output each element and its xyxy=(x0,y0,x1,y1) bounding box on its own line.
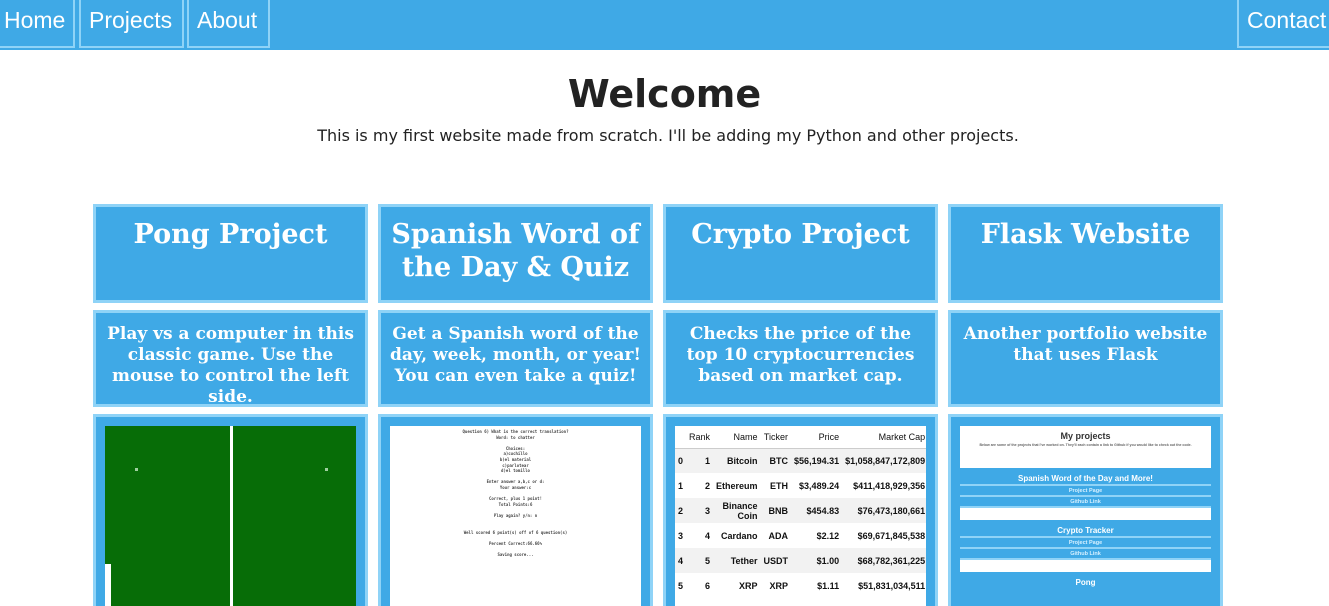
pong-paddle xyxy=(105,564,111,606)
table-cell: 2 xyxy=(705,480,711,491)
spanish-quiz-screenshot: Question 6) What is the correct translat… xyxy=(390,426,641,606)
crypto-table: Rank Name Ticker Price Market Cap 0 1 Bitcoin B… xyxy=(675,426,926,598)
table-cell: $69,671,845,538 xyxy=(857,530,926,541)
project-card-flask[interactable]: Flask Website Another portfolio website … xyxy=(948,204,1223,606)
project-description: Get a Spanish word of the day, week, mon… xyxy=(378,310,653,407)
console-line: Saving score... xyxy=(497,552,534,558)
table-cell: XRP xyxy=(769,580,789,591)
table-cell: $51,831,034,511 xyxy=(858,580,926,591)
nav-home-button[interactable]: Home xyxy=(0,0,75,48)
table-cell: $68,782,361,225 xyxy=(842,548,926,573)
flask-preview-link: Github Link xyxy=(960,547,1211,558)
nav-contact-button[interactable]: Contact xyxy=(1237,0,1329,48)
pong-center-line xyxy=(229,426,233,606)
table-cell: Ethereum xyxy=(716,480,758,491)
project-card-spanish[interactable]: Spanish Word of the Day & Quiz Get a Spa… xyxy=(378,204,653,606)
table-cell: 1 xyxy=(686,448,714,473)
table-cell: 3 xyxy=(678,530,684,541)
project-title: Pong Project xyxy=(93,204,368,303)
flask-preview-title: My projects xyxy=(1060,431,1111,441)
table-cell: Binance Coin xyxy=(713,498,761,523)
project-description: Play vs a computer in this classic game.… xyxy=(93,310,368,407)
crypto-table-screenshot: Rank Name Ticker Price Market Cap 0 1 Bitcoin B… xyxy=(675,426,926,606)
project-card-crypto[interactable]: Crypto Project Checks the price of the t… xyxy=(663,204,938,606)
table-cell: $454.83 xyxy=(791,498,843,523)
table-cell: $56,194.31 xyxy=(791,448,843,473)
table-cell: $3,489.24 xyxy=(799,480,840,491)
table-cell: 4 xyxy=(705,530,711,541)
table-header-cell: Ticker xyxy=(760,426,792,449)
table-cell: 6 xyxy=(705,580,711,591)
flask-preview-header: My projects Below are some of the projec… xyxy=(960,426,1211,468)
table-cell: XRP xyxy=(739,580,758,591)
project-screenshot-frame[interactable] xyxy=(93,414,368,606)
project-title: Crypto Project xyxy=(663,204,938,303)
pong-ball xyxy=(325,468,328,471)
table-row: 0 1 Bitcoin BTC $56,194.31 $1,058,847,172,809 xyxy=(675,448,926,473)
flask-website-screenshot: My projects Below are some of the projec… xyxy=(960,426,1211,606)
table-cell: $1.00 xyxy=(791,548,843,573)
table-row: 5 6 XRP XRP $1.11 $51,831,034,511 xyxy=(675,573,926,598)
table-cell: 5 xyxy=(678,580,684,591)
table-cell: BTC xyxy=(760,448,792,473)
project-description: Another portfolio website that uses Flas… xyxy=(948,310,1223,407)
page-title: Welcome xyxy=(567,72,762,116)
table-cell: 5 xyxy=(686,548,714,573)
project-screenshot-frame[interactable]: My projects Below are some of the projec… xyxy=(948,414,1223,606)
table-cell: 2 xyxy=(675,498,687,523)
table-cell: Bitcoin xyxy=(713,448,761,473)
project-title: Flask Website xyxy=(948,204,1223,303)
table-cell: $1,058,847,172,809 xyxy=(842,448,926,473)
flask-preview-section-title: Pong xyxy=(1075,578,1096,587)
flask-preview-subtitle: Below are some of the projects that I've… xyxy=(979,443,1192,447)
table-row: 1 2 Ethereum ETH $3,489.24 $411,418,929,356 xyxy=(675,473,926,498)
flask-preview-section-title: Crypto Tracker xyxy=(1057,526,1114,535)
table-cell: Tether xyxy=(713,548,761,573)
table-cell: $2.12 xyxy=(816,530,840,541)
navbar: Home Projects About Contact xyxy=(0,0,1329,50)
table-header-cell: Rank xyxy=(686,426,714,449)
table-row: 2 3 Binance Coin BNB $454.83 $76,473,180,661 xyxy=(675,498,926,523)
table-cell: 4 xyxy=(675,548,687,573)
table-cell: 3 xyxy=(686,498,714,523)
pong-screenshot xyxy=(105,426,356,606)
flask-preview-link: Github Link xyxy=(960,495,1211,506)
project-card-pong[interactable]: Pong Project Play vs a computer in this … xyxy=(93,204,368,606)
pong-ball xyxy=(135,468,138,471)
table-cell: $411,418,929,356 xyxy=(853,480,926,491)
table-header-cell: Market Cap xyxy=(842,426,926,449)
flask-preview-spacer xyxy=(960,506,1211,520)
table-cell: 0 xyxy=(675,448,687,473)
project-title: Spanish Word of the Day & Quiz xyxy=(378,204,653,303)
table-header-cell: Price xyxy=(791,426,843,449)
table-cell: BNB xyxy=(760,498,792,523)
table-cell: $76,473,180,661 xyxy=(842,498,926,523)
table-header-cell xyxy=(675,426,687,449)
table-row: 3 4 Cardano ADA $2.12 $69,671,845,538 xyxy=(675,523,926,548)
table-cell: USDT xyxy=(760,548,792,573)
project-screenshot-frame[interactable]: Rank Name Ticker Price Market Cap 0 1 Bitcoin B… xyxy=(663,414,938,606)
flask-preview-spacer xyxy=(960,558,1211,572)
page-subtitle: This is my first website made from scrat… xyxy=(317,126,1019,145)
flask-preview-link: Project Page xyxy=(960,484,1211,495)
project-description: Checks the price of the top 10 cryptocur… xyxy=(663,310,938,407)
project-screenshot-frame[interactable]: Question 6) What is the correct translat… xyxy=(378,414,653,606)
nav-projects-button[interactable]: Projects xyxy=(79,0,184,48)
table-cell: $1.11 xyxy=(817,580,840,591)
table-header-cell: Name xyxy=(713,426,761,449)
table-row: 4 5 Tether USDT $1.00 $68,782,361,225 xyxy=(675,548,926,573)
flask-preview-section-title: Spanish Word of the Day and More! xyxy=(1018,474,1153,483)
table-cell: Cardano xyxy=(721,530,758,541)
table-cell: ETH xyxy=(770,480,789,491)
table-cell: ADA xyxy=(768,530,789,541)
flask-preview-link: Project Page xyxy=(960,536,1211,547)
table-cell: 1 xyxy=(678,480,684,491)
nav-about-button[interactable]: About xyxy=(187,0,270,48)
